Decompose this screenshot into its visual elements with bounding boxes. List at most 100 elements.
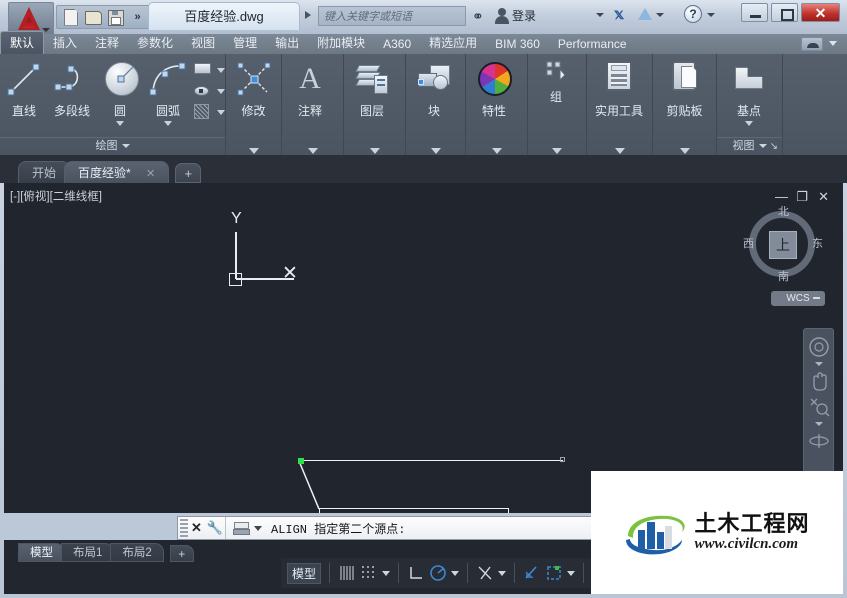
- new-file-tab-button[interactable]: +: [175, 163, 202, 183]
- status-model-button[interactable]: 模型: [287, 562, 322, 584]
- panel-utilities-expand-icon[interactable]: [614, 148, 625, 154]
- tab-manage[interactable]: 管理: [224, 32, 266, 54]
- tool-layers[interactable]: 图层: [344, 59, 400, 119]
- polar-dropdown-icon[interactable]: [451, 570, 460, 576]
- close-icon[interactable]: ✕: [146, 168, 155, 180]
- command-mode-chevron-icon[interactable]: [254, 525, 262, 531]
- steering-wheel-dropdown-icon[interactable]: [814, 362, 823, 366]
- tab-featured-apps[interactable]: 精选应用: [420, 32, 486, 54]
- panel-view-launcher-icon[interactable]: ↘: [770, 138, 778, 155]
- panel-annotation-expand-icon[interactable]: [307, 148, 318, 154]
- steering-wheel-icon[interactable]: [808, 336, 830, 358]
- object-snap-tracking-icon[interactable]: [523, 564, 541, 582]
- wrench-icon[interactable]: 🔧: [205, 520, 225, 536]
- layout-tab-layout1[interactable]: 布局1: [61, 543, 115, 562]
- grid-display-icon[interactable]: [338, 564, 356, 582]
- tool-group[interactable]: 组: [528, 59, 584, 105]
- view-cube-west-label[interactable]: 西: [743, 235, 754, 251]
- ellipse-dropdown-icon[interactable]: [217, 88, 225, 94]
- layout-tab-layout2[interactable]: 布局2: [110, 543, 164, 562]
- exchange-app-icon[interactable]: 𝕩: [614, 5, 624, 23]
- panel-modify-expand-icon[interactable]: [248, 148, 259, 154]
- zoom-dropdown-icon[interactable]: [814, 422, 823, 426]
- tool-annotation[interactable]: A 注释: [282, 59, 338, 119]
- panel-draw-title[interactable]: 绘图: [0, 137, 225, 155]
- more-commands-icon[interactable]: »: [128, 8, 147, 27]
- lineweight-icon[interactable]: [545, 564, 563, 582]
- tab-insert[interactable]: 插入: [44, 32, 86, 54]
- view-cube-east-label[interactable]: 东: [812, 235, 823, 251]
- new-layout-button[interactable]: +: [169, 545, 194, 562]
- user-avatar-icon[interactable]: [495, 6, 509, 26]
- tab-annotate[interactable]: 注释: [86, 32, 128, 54]
- window-close-button[interactable]: ✕: [801, 3, 840, 22]
- tool-properties[interactable]: 特性: [466, 59, 522, 119]
- panel-clipboard-expand-icon[interactable]: [679, 148, 690, 154]
- command-mode-icon[interactable]: [233, 521, 251, 535]
- panel-properties-expand-icon[interactable]: [491, 148, 502, 154]
- ribbon-minimize-chevron-icon[interactable]: [829, 41, 837, 46]
- file-tab-drawing[interactable]: 百度经验* ✕: [64, 161, 170, 183]
- tool-line[interactable]: 直线: [0, 59, 48, 119]
- help-icon[interactable]: ?: [684, 5, 702, 23]
- command-line-drag-handle[interactable]: [180, 519, 188, 537]
- search-input[interactable]: [319, 8, 465, 26]
- autodesk-triangle-icon[interactable]: [637, 7, 653, 23]
- tab-a360[interactable]: A360: [374, 35, 420, 54]
- tool-basepoint[interactable]: 基点: [717, 59, 781, 126]
- tab-performance[interactable]: Performance: [549, 35, 636, 54]
- tab-bim360[interactable]: BIM 360: [486, 35, 549, 54]
- basepoint-dropdown-icon[interactable]: [745, 121, 753, 126]
- tab-output[interactable]: 输出: [266, 32, 308, 54]
- tool-circle[interactable]: 圆: [96, 59, 144, 126]
- ellipse-icon[interactable]: [192, 82, 214, 100]
- save-file-icon[interactable]: [106, 8, 125, 27]
- view-cube-south-label[interactable]: 南: [778, 268, 789, 284]
- circle-dropdown-icon[interactable]: [116, 121, 124, 126]
- tab-view[interactable]: 视图: [182, 32, 224, 54]
- command-line[interactable]: ✕ 🔧 ALIGN 指定第二个源点:: [177, 516, 597, 540]
- window-minimize-button[interactable]: [741, 3, 768, 22]
- hatch-icon[interactable]: [192, 103, 214, 121]
- tool-arc[interactable]: 圆弧: [144, 59, 192, 126]
- panel-layers-expand-icon[interactable]: [369, 148, 380, 154]
- tool-polyline[interactable]: 多段线: [48, 59, 96, 119]
- tab-parametric[interactable]: 参数化: [128, 32, 182, 54]
- open-file-icon[interactable]: [84, 8, 103, 27]
- search-binoculars-icon[interactable]: ⚭: [472, 6, 490, 26]
- viewport-restore-button[interactable]: ❐: [796, 189, 808, 205]
- viewport-minimize-button[interactable]: —: [775, 189, 788, 204]
- snap-dropdown-icon[interactable]: [382, 570, 391, 576]
- hatch-dropdown-icon[interactable]: [217, 109, 225, 115]
- object-snap-icon[interactable]: [476, 564, 494, 582]
- osnap-dropdown-icon[interactable]: [498, 570, 507, 576]
- orbit-icon[interactable]: [808, 430, 830, 452]
- file-tab-start[interactable]: 开始: [18, 161, 71, 183]
- view-cube-top-face[interactable]: 上: [769, 231, 797, 259]
- help-chevron-down-icon[interactable]: [707, 13, 715, 17]
- rectangle-icon[interactable]: [192, 61, 214, 79]
- tab-addins[interactable]: 附加模块: [308, 32, 374, 54]
- drawing-canvas[interactable]: [-][俯视][二维线框] — ❐ ✕ Y ✕ 指定第二个源点:: [4, 183, 843, 513]
- window-maximize-button[interactable]: [771, 3, 798, 22]
- polar-tracking-icon[interactable]: [429, 564, 447, 582]
- tool-clipboard[interactable]: 剪贴板: [653, 59, 716, 119]
- viewport-label[interactable]: [-][俯视][二维线框]: [10, 188, 102, 204]
- ribbon-minimize-button[interactable]: [801, 37, 823, 51]
- layout-tab-model[interactable]: 模型: [18, 543, 65, 562]
- ortho-mode-icon[interactable]: [407, 564, 425, 582]
- signin-chevron-down-icon[interactable]: [596, 13, 604, 17]
- tool-utilities[interactable]: 实用工具: [587, 59, 651, 119]
- autodesk-chevron-down-icon[interactable]: [656, 13, 664, 17]
- command-line-text[interactable]: ALIGN 指定第二个源点:: [271, 520, 405, 537]
- panel-view-title[interactable]: 视图 ↘: [717, 137, 782, 155]
- panel-group-expand-icon[interactable]: [552, 148, 562, 154]
- tab-default[interactable]: 默认: [0, 31, 45, 54]
- title-dropdown-icon[interactable]: [305, 11, 311, 19]
- new-file-icon[interactable]: [62, 8, 81, 27]
- signin-label[interactable]: 登录: [512, 7, 536, 24]
- viewport-close-button[interactable]: ✕: [818, 189, 829, 205]
- wcs-dropdown[interactable]: WCS: [771, 291, 825, 306]
- arc-dropdown-icon[interactable]: [164, 121, 172, 126]
- snap-mode-icon[interactable]: [360, 564, 378, 582]
